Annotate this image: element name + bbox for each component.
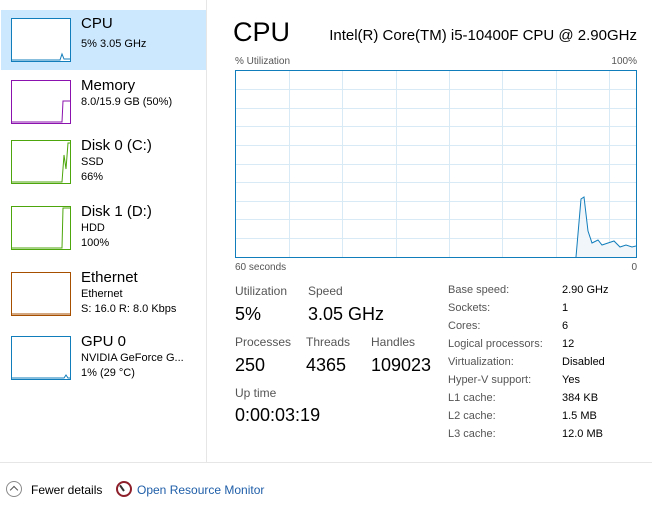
- open-resource-monitor-link[interactable]: Open Resource Monitor: [137, 483, 264, 497]
- uptime-value: 0:00:03:19: [235, 405, 321, 425]
- sidebar-item-cpu[interactable]: CPU 5% 3.05 GHz: [1, 10, 206, 70]
- sidebar-item-detail-2: 66%: [81, 171, 104, 183]
- chevron-up-icon[interactable]: [6, 481, 22, 497]
- sidebar-item-detail: HDD: [81, 222, 105, 234]
- sidebar-item-detail: NVIDIA GeForce G...: [81, 352, 184, 364]
- graph-gridlines: [236, 71, 636, 257]
- spec-value-l2-cache: 1.5 MB: [562, 410, 597, 422]
- sidebar-item-detail: 8.0/15.9 GB (50%): [81, 96, 173, 108]
- sidebar-item-gpu-0[interactable]: GPU 0 NVIDIA GeForce G... 1% (29 °C): [1, 328, 206, 388]
- sidebar-item-ethernet[interactable]: Ethernet Ethernet S: 16.0 R: 8.0 Kbps: [1, 264, 206, 324]
- sidebar-item-memory[interactable]: Memory 8.0/15.9 GB (50%): [1, 72, 206, 132]
- handles-value: 109023: [371, 355, 432, 375]
- graph-time-end-label: 0: [631, 262, 637, 273]
- sidebar-item-detail-2: S: 16.0 R: 8.0 Kbps: [81, 303, 177, 315]
- handles-label: Handles: [371, 335, 416, 349]
- sidebar-item-title: Disk 1 (D:): [81, 203, 152, 220]
- sidebar-item-detail: SSD: [81, 156, 104, 168]
- processes-value: 250: [235, 355, 266, 375]
- cpu-detail-panel: CPU Intel(R) Core(TM) i5-10400F CPU @ 2.…: [208, 0, 652, 462]
- spec-label-cores: Cores:: [448, 320, 481, 332]
- sidebar-item-title: Ethernet: [81, 269, 138, 286]
- spec-value-l3-cache: 12.0 MB: [562, 428, 603, 440]
- utilization-value: 5%: [235, 304, 262, 324]
- spec-label-virtualization: Virtualization:: [448, 356, 514, 368]
- disk-0-thumbnail-graph: [11, 140, 71, 184]
- processes-label: Processes: [235, 335, 292, 349]
- resource-monitor-icon[interactable]: [116, 481, 132, 497]
- spec-label-l1-cache: L1 cache:: [448, 392, 496, 404]
- spec-value-logical-processors: 12: [562, 338, 575, 350]
- sidebar-item-title: Disk 0 (C:): [81, 137, 152, 154]
- utilization-label: Utilization: [235, 284, 288, 298]
- spec-label-logical-processors: Logical processors:: [448, 338, 543, 350]
- sidebar-item-title: CPU: [81, 15, 113, 32]
- spec-value-base-speed: 2.90 GHz: [562, 284, 609, 296]
- sidebar-item-title: GPU 0: [81, 333, 127, 350]
- memory-thumbnail-graph: [11, 80, 71, 124]
- speed-label: Speed: [308, 284, 343, 298]
- disk-1-thumbnail-graph: [11, 206, 71, 250]
- spec-label-hyper-v: Hyper-V support:: [448, 374, 532, 386]
- spec-label-l3-cache: L3 cache:: [448, 428, 496, 440]
- sidebar-item-detail: 5% 3.05 GHz: [81, 38, 147, 50]
- gpu-0-thumbnail-graph: [11, 336, 71, 380]
- ethernet-thumbnail-graph: [11, 272, 71, 316]
- sidebar-item-title: Memory: [81, 77, 136, 94]
- graph-time-span-label: 60 seconds: [235, 262, 287, 273]
- spec-value-l1-cache: 384 KB: [562, 392, 599, 404]
- uptime-label: Up time: [235, 386, 277, 400]
- spec-value-cores: 6: [562, 320, 569, 332]
- threads-label: Threads: [306, 335, 351, 349]
- sidebar-item-detail-2: 1% (29 °C): [81, 367, 135, 379]
- sidebar-item-detail-2: 100%: [81, 237, 110, 249]
- spec-value-hyper-v: Yes: [562, 374, 580, 386]
- spec-label-l2-cache: L2 cache:: [448, 410, 496, 422]
- fewer-details-button[interactable]: Fewer details: [31, 483, 102, 497]
- speed-value: 3.05 GHz: [308, 304, 385, 324]
- spec-value-virtualization: Disabled: [562, 356, 605, 368]
- sidebar-item-detail: Ethernet: [81, 288, 123, 300]
- spec-label-sockets: Sockets:: [448, 302, 491, 314]
- sidebar-item-disk-0[interactable]: Disk 0 (C:) SSD 66%: [1, 132, 206, 192]
- sidebar-item-disk-1[interactable]: Disk 1 (D:) HDD 100%: [1, 198, 206, 258]
- footer-bar: Fewer details Open Resource Monitor: [0, 462, 652, 505]
- page-title: CPU: [233, 17, 291, 47]
- threads-value: 4365: [306, 355, 347, 375]
- graph-y-max-label: 100%: [611, 56, 637, 67]
- cpu-utilization-graph: [235, 70, 637, 258]
- sidebar: CPU 5% 3.05 GHz Memory 8.0/15.9 GB (50%)…: [0, 0, 207, 462]
- spec-label-base-speed: Base speed:: [448, 284, 510, 296]
- graph-y-axis-label: % Utilization: [235, 56, 291, 67]
- cpu-model-name: Intel(R) Core(TM) i5-10400F CPU @ 2.90GH…: [329, 27, 637, 44]
- spec-value-sockets: 1: [562, 302, 569, 314]
- cpu-thumbnail-graph: [11, 18, 71, 62]
